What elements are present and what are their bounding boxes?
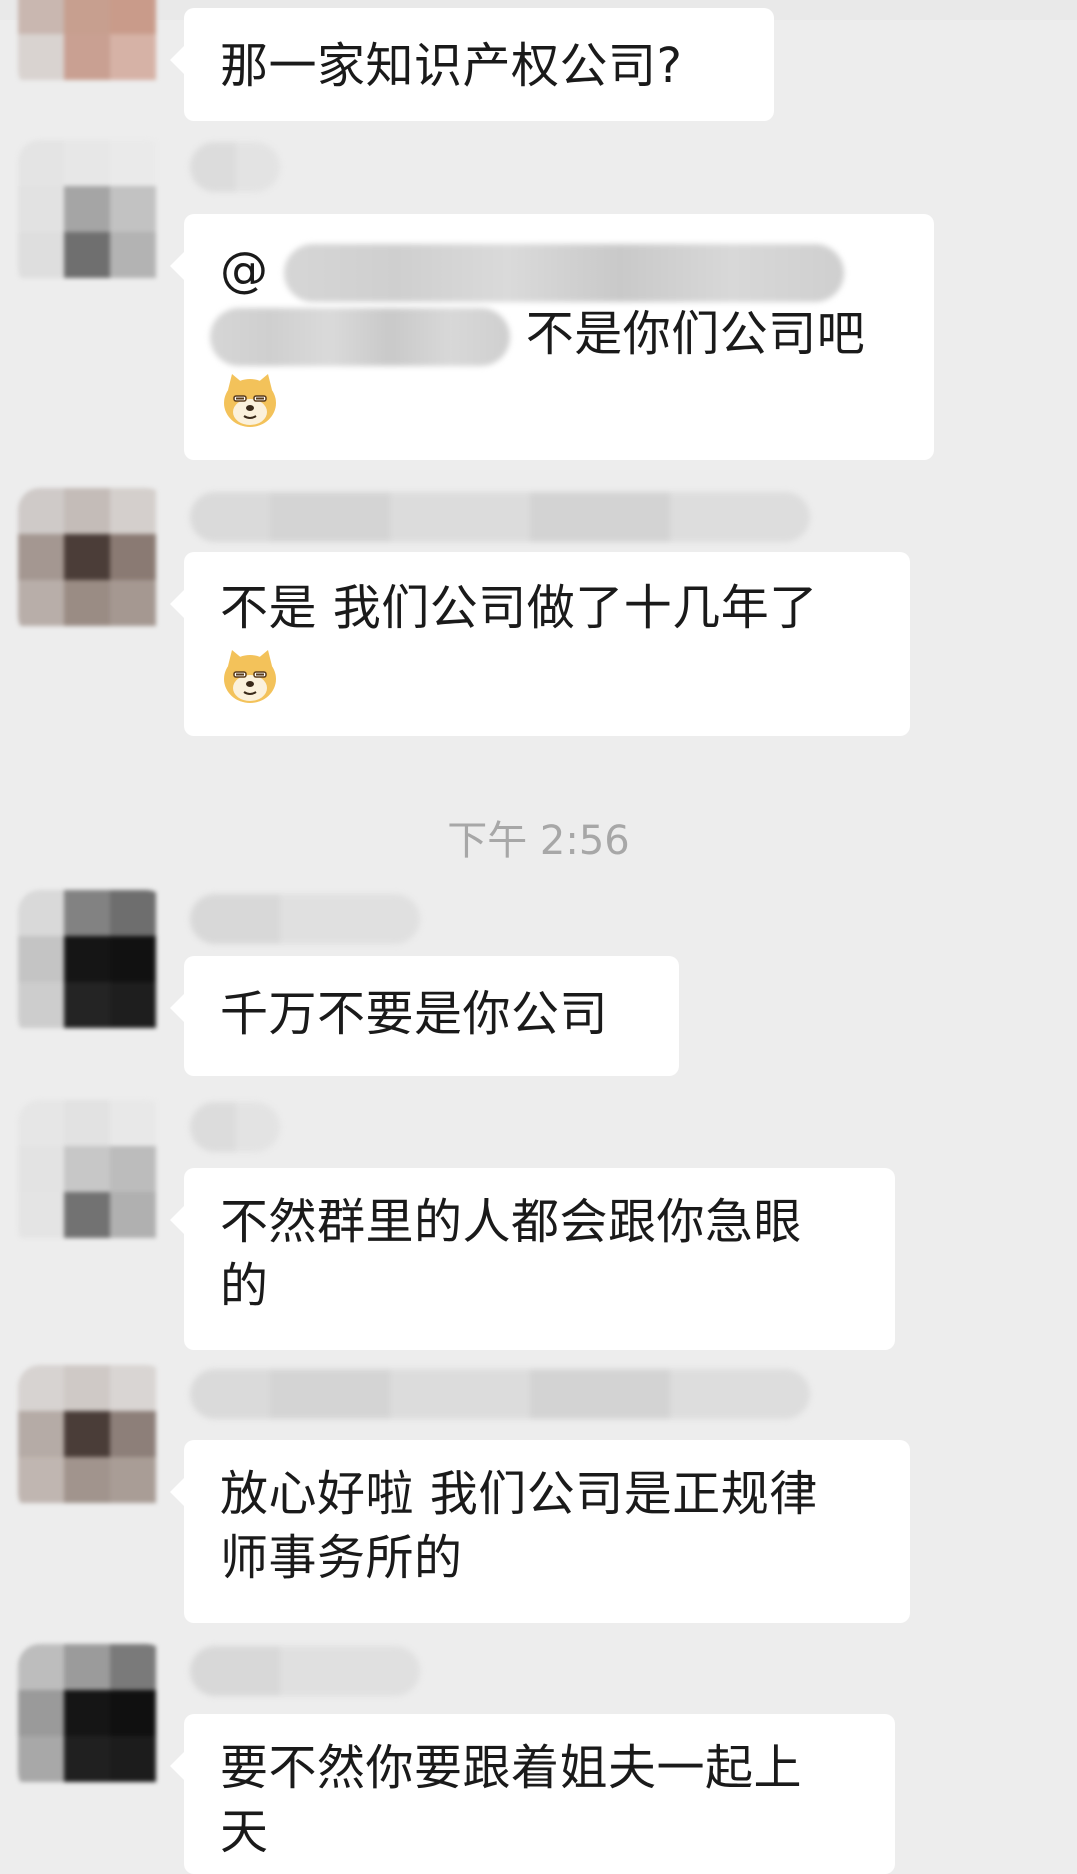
avatar[interactable]: [18, 140, 168, 290]
message-bubble[interactable]: 千万不要是你公司: [170, 956, 679, 1076]
mention-symbol: @: [220, 242, 269, 298]
message-text: 天: [220, 1804, 269, 1860]
message-text: 千万不要是你公司: [220, 986, 609, 1042]
sender-name: [190, 142, 280, 192]
doge-emoji-icon: [220, 648, 280, 706]
sender-name: [190, 1646, 420, 1696]
message-text: 不是 我们公司做了十几年了: [220, 580, 818, 636]
message-text: 放心好啦 我们公司是正规律: [220, 1466, 818, 1522]
avatar[interactable]: [18, 1365, 168, 1515]
message-bubble[interactable]: 要不然你要跟着姐夫一起上 天: [170, 1714, 895, 1874]
avatar[interactable]: [18, 488, 168, 638]
message-text: 不然群里的人都会跟你急眼: [220, 1194, 803, 1250]
message-bubble[interactable]: 那一家知识产权公司?: [170, 8, 774, 121]
mention-name-continued: [210, 308, 510, 366]
message-text: 不是你们公司吧: [525, 306, 866, 362]
message-bubble[interactable]: 不是 我们公司做了十几年了: [170, 552, 910, 736]
sender-name: [190, 894, 420, 944]
avatar[interactable]: [18, 1100, 168, 1250]
sender-name: [190, 1102, 280, 1152]
mention-name[interactable]: [284, 244, 845, 302]
avatar[interactable]: [18, 890, 168, 1040]
message-bubble[interactable]: 不然群里的人都会跟你急眼 的: [170, 1168, 895, 1350]
avatar[interactable]: [18, 0, 168, 92]
message-text: 的: [220, 1258, 269, 1314]
message-text: 师事务所的: [220, 1530, 463, 1586]
message-bubble[interactable]: 放心好啦 我们公司是正规律 师事务所的: [170, 1440, 910, 1623]
sender-name: [190, 1369, 810, 1419]
message-text: 要不然你要跟着姐夫一起上: [220, 1740, 803, 1796]
message-bubble[interactable]: @ 不是你们公司吧: [170, 214, 934, 460]
message-text: 那一家知识产权公司?: [220, 38, 683, 94]
avatar[interactable]: [18, 1644, 168, 1794]
sender-name: [190, 492, 810, 542]
doge-emoji-icon: [220, 372, 280, 430]
chat-timestamp: 下午 2:56: [447, 818, 630, 864]
